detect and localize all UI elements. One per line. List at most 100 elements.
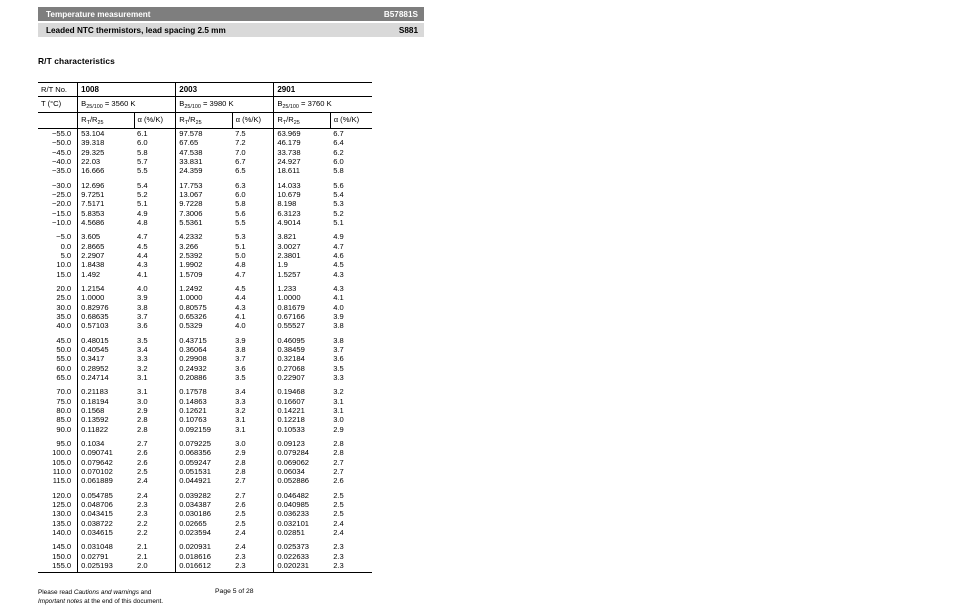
cell-value: 2.3 [235,551,246,561]
table-row: 75.0 0.18194 3.0 0.14863 3.3 0.16607 3.1 [38,396,372,406]
cell-value: 4.3 [333,284,344,294]
cell-value: 5.2 [333,208,344,218]
cell-value: 16.666 [77,166,134,176]
cell-value: 0.079225 [175,433,233,449]
cell-value: 0.80575 [175,302,233,312]
cell-value: 3.9 [137,293,148,303]
cell-temperature: 10.0 [56,260,72,270]
table-row: −50.0 39.318 6.0 67.65 7.2 46.179 6.4 [38,138,372,148]
cell-value: 1.0000 [273,293,331,303]
cell-value: 2.8 [333,448,344,458]
table-header-row-rtno: R/T No. 1008 2003 2901 [38,82,372,97]
cell-value: 2.3 [330,560,372,573]
cell-value: 0.13592 [77,415,134,425]
table-row: 35.0 0.68635 3.7 0.65326 4.1 0.67166 3.9 [38,311,372,322]
cell-value: 2.1 [137,551,148,561]
cell-value: 4.5686 [77,217,134,228]
cell-value: 3.1 [333,405,344,415]
cell-temperature: −50.0 [51,138,72,148]
cell-value: 12.696 [77,175,134,190]
table-row: 130.0 0.043415 2.3 0.030186 2.5 0.036233 2.5 [38,509,372,519]
table-row: 100.0 0.090741 2.6 0.068356 2.9 0.079284 2.8 [38,448,372,458]
cell-value: 0.48015 [77,330,134,345]
header-cell-b-2901: B25/100 = 3760 K [273,96,372,113]
table-row: 0.0 2.8665 4.5 3.266 5.1 3.0027 4.7 [38,241,372,251]
cell-value: 2.3 [333,551,344,561]
cell-value: 2.6 [137,448,148,458]
cell-value: 0.24932 [175,363,233,373]
cell-value: 46.179 [273,138,331,148]
cell-value: 4.8 [137,217,148,227]
cell-value: 0.054785 [77,485,134,500]
cell-value: 3.0027 [273,241,331,251]
cell-value: 4.2332 [175,227,233,242]
cell-value: 0.043415 [77,509,134,519]
cell-value: 3.3 [333,372,344,382]
cell-temperature: −55.0 [51,129,72,138]
cell-temperature: 105.0 [52,457,72,467]
footer-note: Please read Cautions and warnings and Im… [38,588,163,606]
cell-value: 97.578 [175,128,233,139]
cell-value: 2.0 [134,560,176,573]
cell-value: 3.1 [235,424,246,434]
cell-temperature: 155.0 [38,560,78,573]
cell-value: 5.1 [333,217,344,227]
table-row: −5.0 3.605 4.7 4.2332 5.3 3.821 4.9 [38,227,372,242]
table-row: −35.0 16.666 5.5 24.359 6.5 18.611 5.8 [38,166,372,176]
header-cell-group-2901: 2901 [273,82,372,97]
cell-value: 0.29908 [175,354,233,364]
cell-value: 4.8 [235,260,246,270]
header-cell-b-1008: B25/100 = 3560 K [77,96,176,113]
table-row: −30.0 12.696 5.4 17.753 6.3 14.033 5.6 [38,175,372,190]
cell-value: 6.0 [137,138,148,148]
cell-value: 0.24714 [77,372,134,383]
cell-value: 8.198 [273,199,331,209]
cell-value: 14.033 [273,175,331,190]
cell-value: 3.266 [175,241,233,251]
cell-value: 6.0 [235,189,246,199]
cell-temperature: −5.0 [56,232,72,242]
cell-temperature: −15.0 [51,208,72,218]
cell-value: 3.8 [333,335,344,345]
cell-value: 0.18194 [77,396,134,406]
datasheet-page: Temperature measurement B57881S Leaded N… [0,0,960,611]
table-row: 110.0 0.070102 2.5 0.051531 2.8 0.06034 2.7 [38,466,372,477]
cell-value: 2.8 [137,424,148,434]
document-title: Temperature measurement [46,9,151,19]
section-title: R/T characteristics [38,56,115,66]
cell-value: 0.22907 [273,372,331,383]
table-row: 105.0 0.079642 2.6 0.059247 2.8 0.069062 2.7 [38,457,372,467]
cell-value: 1.0000 [77,293,134,303]
document-header-secondary: Leaded NTC thermistors, lead spacing 2.5… [38,23,424,37]
cell-value: 2.6 [137,457,148,467]
table-header-row-units: RT/R25 α (%/K) RT/R25 α (%/K) RT/R25 α (… [38,112,372,129]
cell-value: 13.067 [175,189,233,200]
cell-value: 0.051531 [175,466,233,477]
cell-value: 0.16607 [273,396,331,406]
cell-value: 1.5709 [175,269,233,279]
cell-temperature: 115.0 [52,476,72,486]
cell-value: 0.43715 [175,330,233,345]
cell-temperature: 50.0 [56,344,72,354]
cell-value: 5.5 [235,217,246,227]
cell-value: 0.3417 [77,354,134,364]
cell-value: 3.9 [333,311,344,321]
cell-value: 4.9014 [273,217,331,228]
table-row: 15.0 1.492 4.1 1.5709 4.7 1.5257 4.3 [38,269,372,279]
table-row: 125.0 0.048706 2.3 0.034387 2.6 0.040985 2.5 [38,500,372,510]
cell-temperature: 0.0 [60,241,72,251]
cell-value: 4.1 [333,293,344,303]
cell-value: 0.28952 [77,363,134,373]
cell-value: 0.031048 [77,537,134,552]
cell-value: 6.5 [235,166,246,176]
cell-value: 3.3 [137,354,148,364]
cell-value: 4.3 [235,302,246,312]
cell-value: 18.611 [273,166,331,176]
cell-value: 3.3 [235,396,246,406]
cell-value: 2.1 [137,542,148,552]
cell-value: 6.4 [333,138,344,148]
cell-value: 0.025193 [77,560,134,573]
table-row: 150.0 0.02791 2.1 0.018616 2.3 0.022633 2.3 [38,551,372,561]
cell-value: 3.1 [235,415,246,425]
cell-value: 2.5392 [175,250,233,261]
